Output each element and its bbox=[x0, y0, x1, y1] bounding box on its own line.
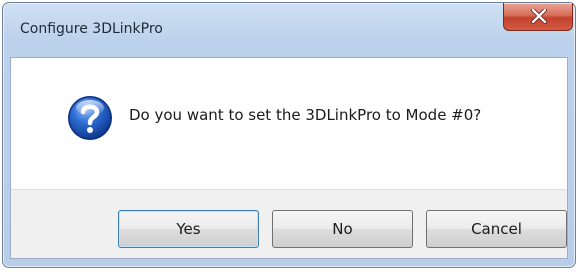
dialog-message: Do you want to set the 3DLinkPro to Mode… bbox=[129, 106, 482, 124]
dialog-window: Configure 3DLinkPro Do you want to set t… bbox=[2, 2, 576, 268]
question-icon bbox=[68, 96, 112, 140]
dialog-title: Configure 3DLinkPro bbox=[20, 21, 163, 37]
button-bar: Yes No Cancel bbox=[11, 189, 567, 258]
close-icon bbox=[531, 9, 547, 24]
yes-button[interactable]: Yes bbox=[118, 210, 259, 248]
no-button[interactable]: No bbox=[272, 210, 413, 248]
close-button[interactable] bbox=[503, 3, 573, 31]
dialog-body: Do you want to set the 3DLinkPro to Mode… bbox=[10, 57, 568, 259]
message-area: Do you want to set the 3DLinkPro to Mode… bbox=[11, 58, 567, 189]
cancel-button[interactable]: Cancel bbox=[426, 210, 567, 248]
title-bar[interactable]: Configure 3DLinkPro bbox=[3, 3, 575, 57]
